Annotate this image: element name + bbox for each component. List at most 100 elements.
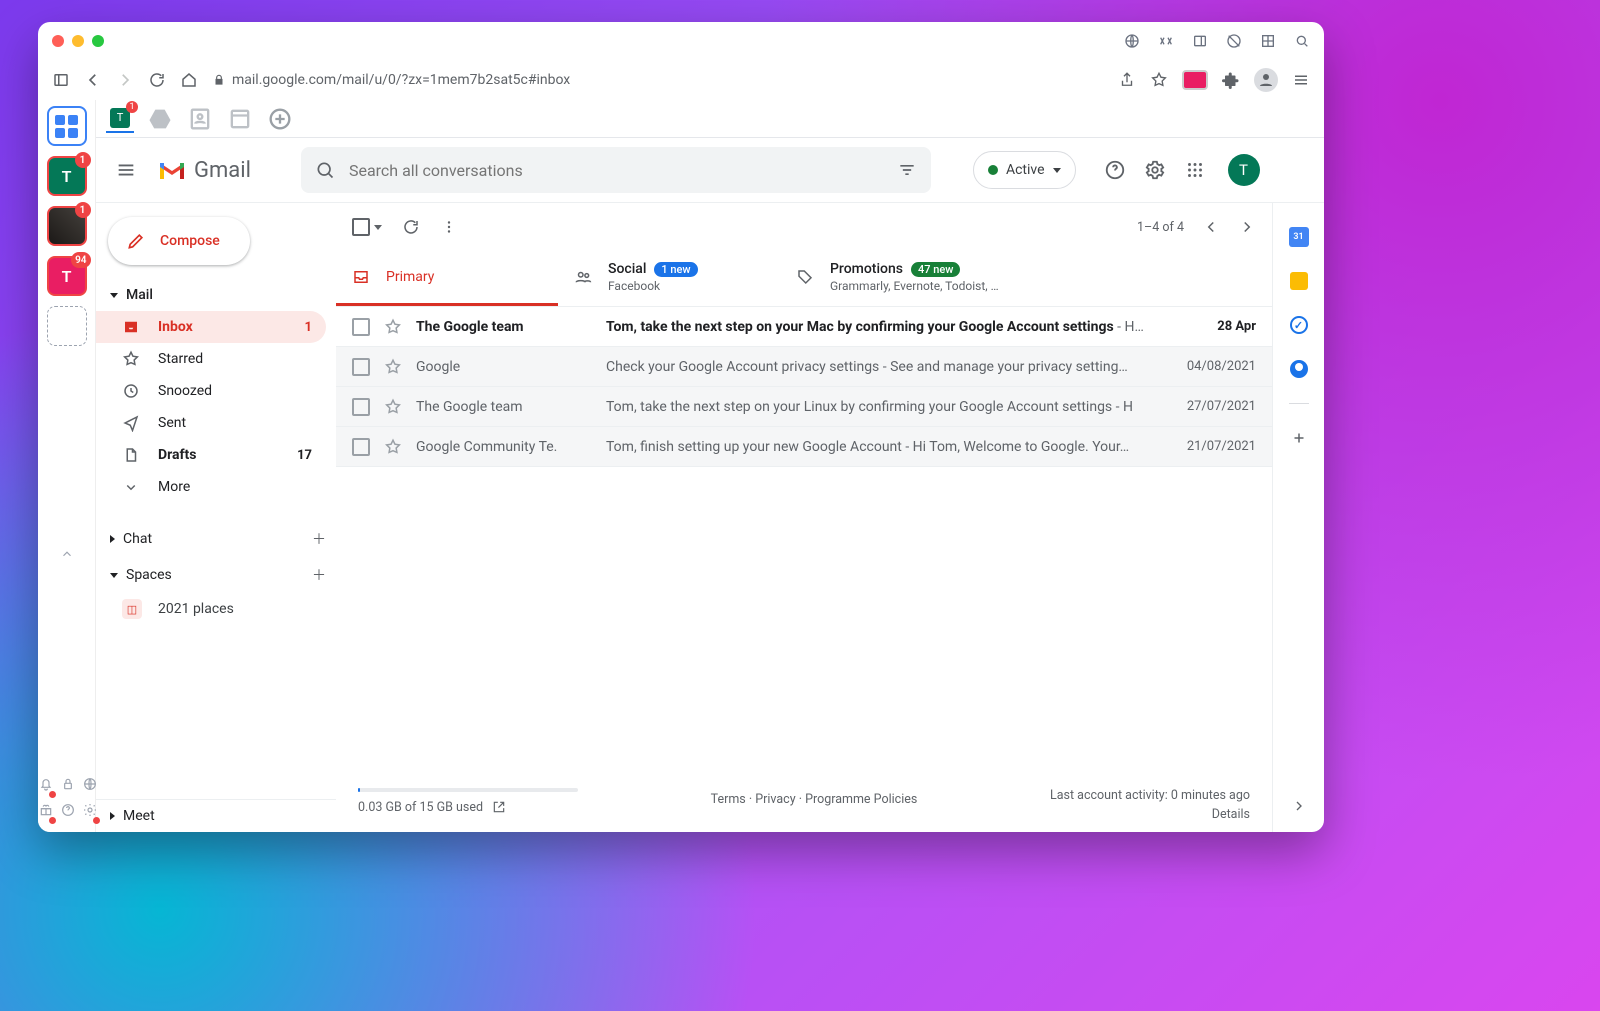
open-external-icon[interactable] bbox=[492, 800, 506, 814]
account-avatar[interactable]: T bbox=[1228, 154, 1260, 186]
window-maximize[interactable] bbox=[92, 35, 104, 47]
tasks-addon[interactable]: ✓ bbox=[1289, 315, 1309, 335]
nav-back-icon[interactable] bbox=[84, 71, 102, 89]
apps-grid-icon[interactable] bbox=[1184, 159, 1206, 181]
chevron-down-icon bbox=[122, 478, 140, 496]
dock-workspace-1[interactable]: T1 bbox=[47, 156, 87, 196]
inbox-icon bbox=[352, 268, 370, 286]
nav-drafts[interactable]: Drafts17 bbox=[96, 439, 326, 471]
nav-snoozed[interactable]: Snoozed bbox=[96, 375, 326, 407]
nav-sent[interactable]: Sent bbox=[96, 407, 326, 439]
dock-dashboard[interactable] bbox=[47, 106, 87, 146]
dock-help-icon[interactable] bbox=[60, 802, 76, 822]
section-spaces[interactable]: Spaces＋ bbox=[96, 557, 336, 593]
url-display[interactable]: mail.google.com/mail/u/0/?zx=1mem7b2sat5… bbox=[212, 72, 570, 88]
space-item[interactable]: ◫2021 places bbox=[96, 593, 336, 625]
grid-icon[interactable] bbox=[1260, 33, 1276, 49]
email-date: 04/08/2021 bbox=[1166, 359, 1256, 374]
home-icon[interactable] bbox=[180, 71, 198, 89]
get-addons[interactable] bbox=[1289, 428, 1309, 448]
window-close[interactable] bbox=[52, 35, 64, 47]
refresh-icon[interactable] bbox=[402, 218, 420, 236]
menu-icon[interactable] bbox=[1292, 71, 1310, 89]
calendar-addon[interactable]: 31 bbox=[1289, 227, 1309, 247]
status-chip[interactable]: Active bbox=[973, 151, 1076, 189]
tab-drive[interactable] bbox=[146, 105, 174, 133]
settings-icon[interactable] bbox=[1144, 159, 1166, 181]
section-meet[interactable]: Meet bbox=[96, 799, 336, 832]
contacts-addon[interactable] bbox=[1289, 359, 1309, 379]
dock-collapse[interactable] bbox=[60, 546, 74, 565]
dock-gift-icon[interactable] bbox=[38, 802, 54, 822]
gmail-logo[interactable]: Gmail bbox=[158, 158, 251, 183]
tab-calendar[interactable] bbox=[226, 105, 254, 133]
tag-icon bbox=[796, 268, 814, 286]
checkbox[interactable] bbox=[352, 318, 370, 336]
tab-primary[interactable]: Primary bbox=[336, 251, 558, 306]
user-avatar-icon[interactable] bbox=[1254, 68, 1278, 92]
dock-lock-icon[interactable] bbox=[60, 776, 76, 796]
compose-button[interactable]: Compose bbox=[108, 217, 250, 265]
email-row[interactable]: GoogleCheck your Google Account privacy … bbox=[336, 347, 1272, 387]
compass-icon[interactable] bbox=[1226, 33, 1242, 49]
section-mail[interactable]: Mail bbox=[96, 279, 336, 311]
globe-icon[interactable] bbox=[1124, 33, 1140, 49]
dock-add[interactable]: ＋ bbox=[47, 306, 87, 346]
search-icon[interactable] bbox=[1294, 33, 1310, 49]
bookmark-star-icon[interactable] bbox=[1150, 71, 1168, 89]
activity-text: Last account activity: 0 minutes ago bbox=[1050, 788, 1250, 803]
add-space-icon[interactable]: ＋ bbox=[312, 565, 326, 585]
email-row[interactable]: The Google teamTom, take the next step o… bbox=[336, 387, 1272, 427]
details-link[interactable]: Details bbox=[1212, 807, 1250, 822]
dock-badge: 1 bbox=[75, 152, 91, 168]
tab-contacts[interactable] bbox=[186, 105, 214, 133]
dock-settings-icon[interactable] bbox=[82, 802, 98, 822]
search-options-icon[interactable] bbox=[897, 160, 917, 180]
section-chat[interactable]: Chat＋ bbox=[96, 521, 336, 557]
checkbox[interactable] bbox=[352, 358, 370, 376]
dock-workspace-2[interactable]: 1 bbox=[47, 206, 87, 246]
dock-network-icon[interactable] bbox=[82, 776, 98, 796]
reload-icon[interactable] bbox=[148, 71, 166, 89]
email-row[interactable]: The Google teamTom, take the next step o… bbox=[336, 307, 1272, 347]
dock-notifications-icon[interactable] bbox=[38, 776, 54, 796]
toggles-icon[interactable] bbox=[1158, 33, 1174, 49]
nav-forward-icon[interactable] bbox=[116, 71, 134, 89]
share-icon[interactable] bbox=[1118, 71, 1136, 89]
tab-social[interactable]: Social1 newFacebook bbox=[558, 251, 780, 306]
add-chat-icon[interactable]: ＋ bbox=[312, 529, 326, 549]
profile-chip[interactable] bbox=[1182, 70, 1208, 90]
tab-promotions[interactable]: Promotions47 newGrammarly, Evernote, Tod… bbox=[780, 251, 1050, 306]
collapse-panel-icon[interactable] bbox=[1291, 798, 1307, 818]
panel-icon[interactable] bbox=[1192, 33, 1208, 49]
star-icon[interactable] bbox=[384, 398, 402, 416]
page-next-icon[interactable] bbox=[1238, 218, 1256, 236]
email-subject-line: Tom, take the next step on your Linux by… bbox=[606, 399, 1152, 415]
tab-add[interactable] bbox=[266, 105, 294, 133]
email-row[interactable]: Google Community Te.Tom, finish setting … bbox=[336, 427, 1272, 467]
search-icon bbox=[315, 160, 335, 180]
nav-starred[interactable]: Starred bbox=[96, 343, 326, 375]
page-prev-icon[interactable] bbox=[1202, 218, 1220, 236]
dock-workspace-3[interactable]: T94 bbox=[47, 256, 87, 296]
tab-gmail[interactable]: T1 bbox=[106, 105, 134, 133]
star-icon[interactable] bbox=[384, 438, 402, 456]
star-icon[interactable] bbox=[384, 318, 402, 336]
sidebar-toggle-icon[interactable] bbox=[52, 71, 70, 89]
main-menu-button[interactable] bbox=[104, 159, 148, 181]
footer-links[interactable]: Terms · Privacy · Programme Policies bbox=[711, 792, 918, 807]
keep-addon[interactable] bbox=[1289, 271, 1309, 291]
select-all[interactable] bbox=[352, 218, 382, 236]
dock-badge: 1 bbox=[75, 202, 91, 218]
more-icon[interactable] bbox=[440, 218, 458, 236]
nav-more[interactable]: More bbox=[96, 471, 326, 503]
checkbox[interactable] bbox=[352, 398, 370, 416]
star-icon[interactable] bbox=[384, 358, 402, 376]
nav-inbox[interactable]: Inbox1 bbox=[96, 311, 326, 343]
extensions-icon[interactable] bbox=[1222, 71, 1240, 89]
window-minimize[interactable] bbox=[72, 35, 84, 47]
support-icon[interactable] bbox=[1104, 159, 1126, 181]
search-box[interactable] bbox=[301, 147, 931, 193]
checkbox[interactable] bbox=[352, 438, 370, 456]
search-input[interactable] bbox=[349, 161, 883, 180]
